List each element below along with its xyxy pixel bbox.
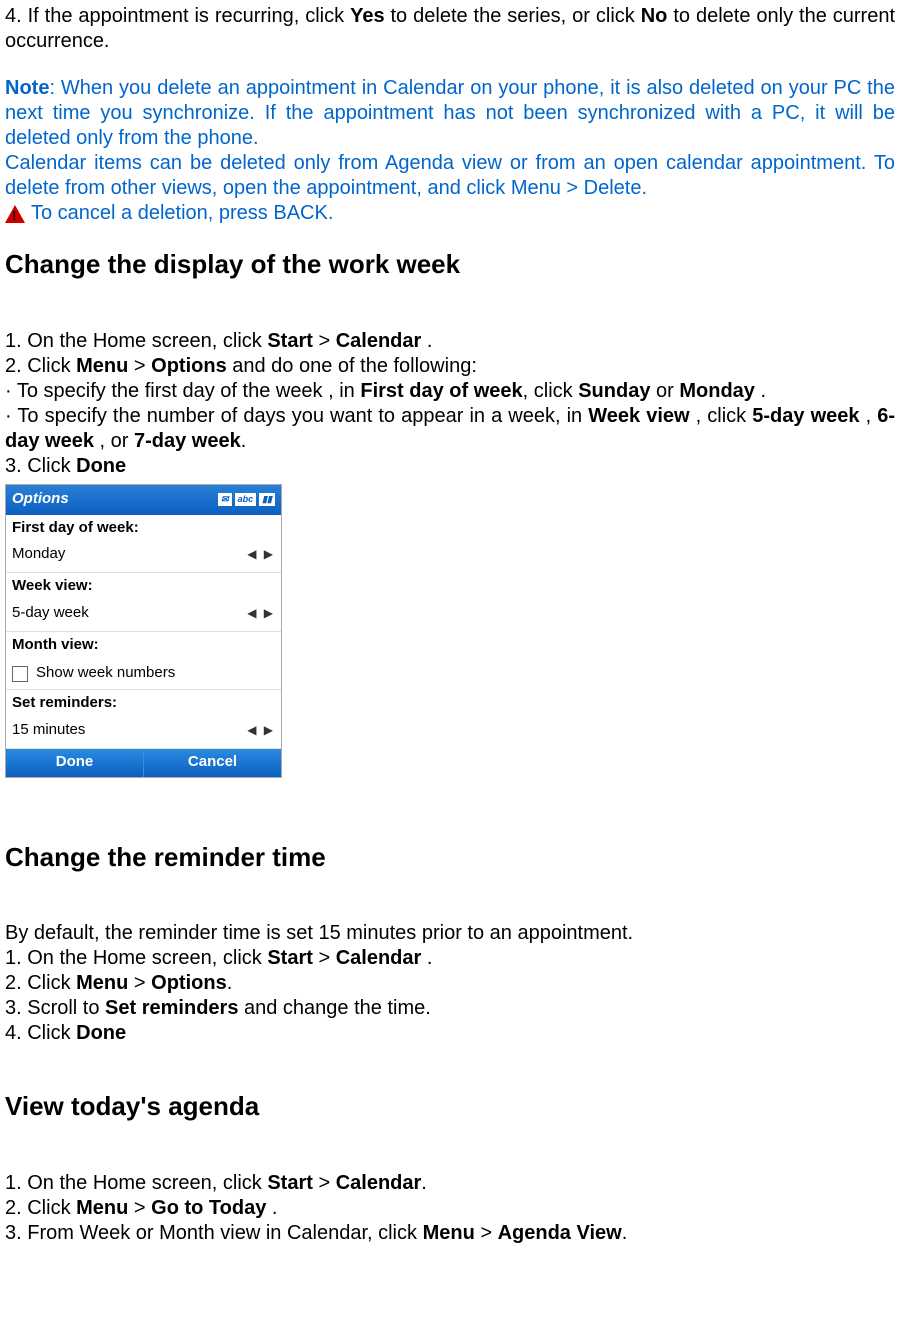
reminder-step-2: 2. Click Menu > Options. <box>5 971 895 996</box>
label-first-day: First day of week: <box>6 515 281 542</box>
field-first-day[interactable]: Monday ◀ ▶ <box>6 541 281 573</box>
reminder-intro: By default, the reminder time is set 15 … <box>5 921 895 946</box>
step-2-menu-options: 2. Click Menu > Options and do one of th… <box>5 354 895 379</box>
agenda-step-3: 3. From Week or Month view in Calendar, … <box>5 1221 895 1246</box>
phone-title-text: Options <box>12 490 69 509</box>
abc-icon: abc <box>235 493 257 506</box>
reminder-step-4: 4. Click Done <box>5 1021 895 1046</box>
note-paragraph: Note: When you delete an appointment in … <box>5 76 895 151</box>
checkbox-icon[interactable] <box>12 666 28 682</box>
phone-softkey-bar: Done Cancel <box>6 749 281 777</box>
label-month-view: Month view: <box>6 632 281 659</box>
reminder-step-3: 3. Scroll to Set reminders and change th… <box>5 996 895 1021</box>
field-set-reminders[interactable]: 15 minutes ◀ ▶ <box>6 717 281 749</box>
softkey-cancel[interactable]: Cancel <box>144 749 281 777</box>
spinner-icon[interactable]: ◀ ▶ <box>247 723 275 738</box>
spinner-icon[interactable]: ◀ ▶ <box>247 547 275 562</box>
heading-change-display: Change the display of the work week <box>5 248 895 281</box>
warning-cancel-deletion: To cancel a deletion, press BACK. <box>5 201 895 226</box>
step-4-recurring: 4. If the appointment is recurring, clic… <box>5 4 895 54</box>
phone-body: First day of week: Monday ◀ ▶ Week view:… <box>6 515 281 749</box>
reminder-step-1: 1. On the Home screen, click Start > Cal… <box>5 946 895 971</box>
softkey-done[interactable]: Done <box>6 749 144 777</box>
warning-icon <box>5 205 25 223</box>
note-paragraph-2: Calendar items can be deleted only from … <box>5 151 895 201</box>
bullet-first-day: · To specify the first day of the week ,… <box>5 379 895 404</box>
checkbox-week-numbers[interactable]: Show week numbers <box>6 658 281 690</box>
status-icons: ✉ abc ▮▮ <box>218 493 275 506</box>
bullet-week-view: · To specify the number of days you want… <box>5 404 895 454</box>
heading-reminder-time: Change the reminder time <box>5 841 895 874</box>
phone-title-bar: Options ✉ abc ▮▮ <box>6 485 281 515</box>
signal-icon: ▮▮ <box>259 493 275 506</box>
step-1-home-screen: 1. On the Home screen, click Start > Cal… <box>5 329 895 354</box>
heading-today-agenda: View today's agenda <box>5 1090 895 1123</box>
envelope-icon: ✉ <box>218 493 232 506</box>
agenda-step-2: 2. Click Menu > Go to Today . <box>5 1196 895 1221</box>
step-3-done: 3. Click Done <box>5 454 895 479</box>
spinner-icon[interactable]: ◀ ▶ <box>247 606 275 621</box>
label-week-view: Week view: <box>6 573 281 600</box>
field-week-view[interactable]: 5-day week ◀ ▶ <box>6 600 281 632</box>
label-set-reminders: Set reminders: <box>6 690 281 717</box>
agenda-step-1: 1. On the Home screen, click Start > Cal… <box>5 1171 895 1196</box>
phone-screenshot: Options ✉ abc ▮▮ First day of week: Mond… <box>5 484 282 778</box>
